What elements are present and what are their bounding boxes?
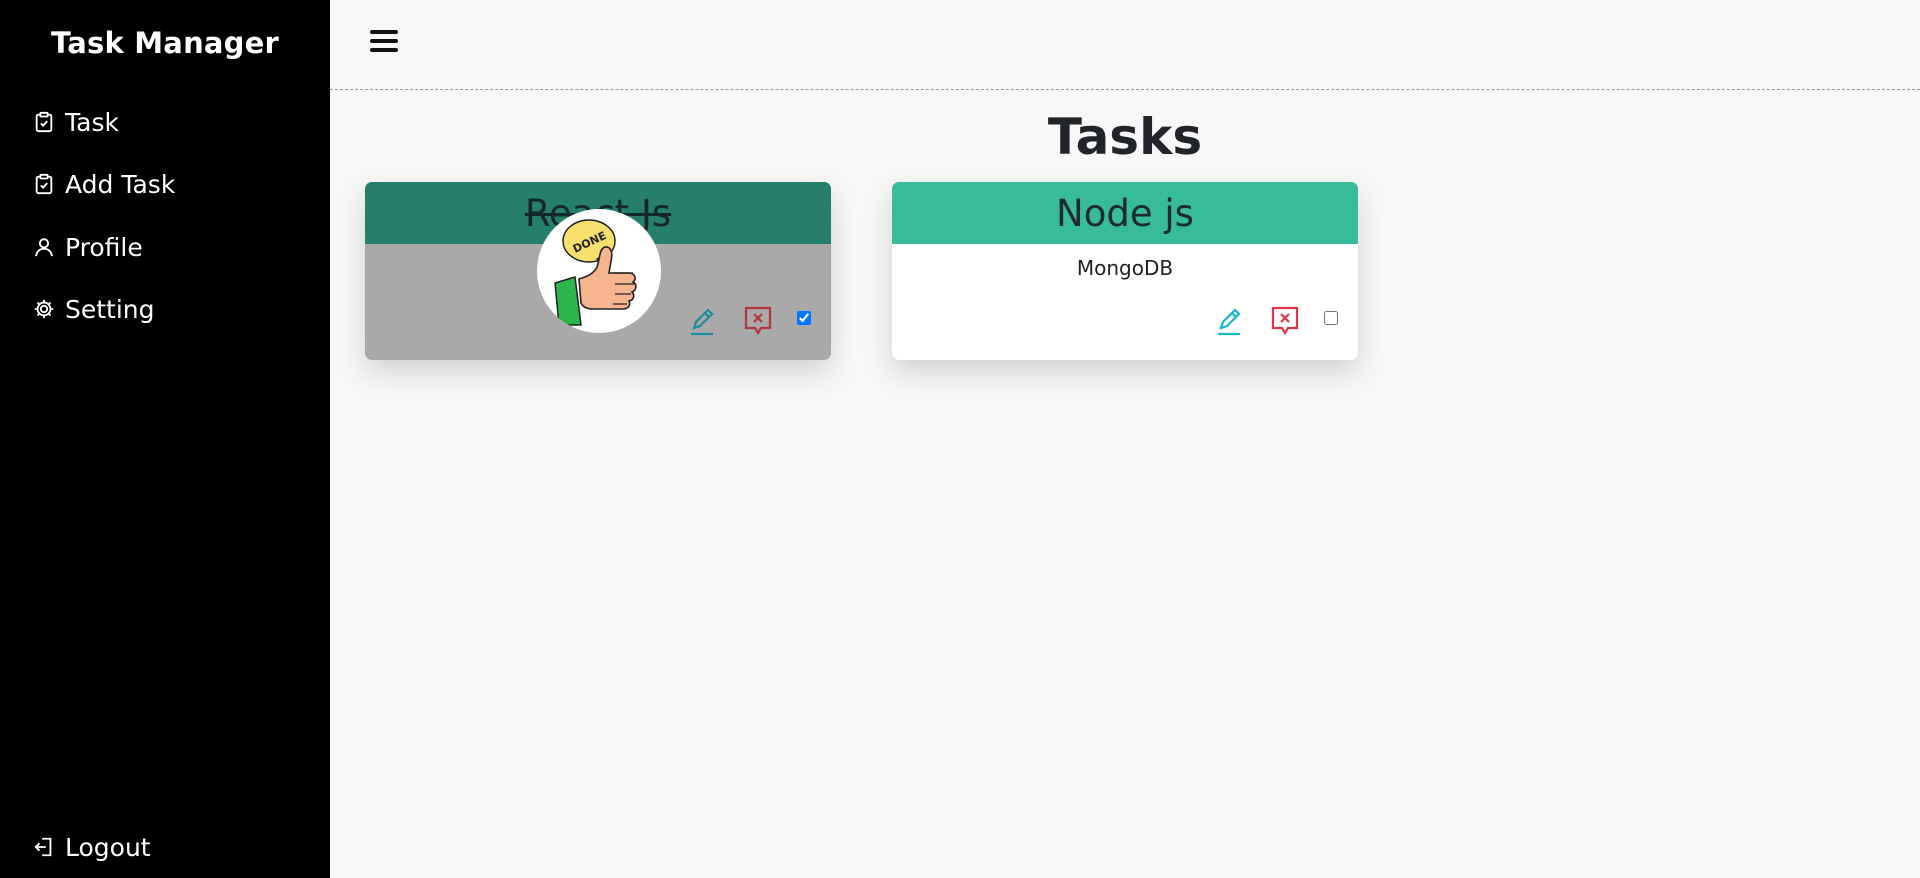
sidebar: Task Manager Task Add Task Profile Setti… xyxy=(0,0,330,878)
delete-icon[interactable] xyxy=(741,304,775,338)
edit-icon[interactable] xyxy=(1212,304,1246,338)
sidebar-item-profile[interactable]: Profile xyxy=(33,227,143,267)
hamburger-icon[interactable] xyxy=(370,30,398,54)
logout-icon xyxy=(33,836,55,858)
app-title: Task Manager xyxy=(50,26,280,60)
page-title: Tasks xyxy=(1047,108,1203,166)
sidebar-item-label: Task xyxy=(65,107,119,137)
complete-checkbox[interactable] xyxy=(1324,311,1338,325)
person-icon xyxy=(33,236,55,258)
task-card-header: Node js xyxy=(892,182,1358,244)
task-actions xyxy=(1212,304,1340,338)
sidebar-item-setting[interactable]: Setting xyxy=(33,289,155,329)
clipboard-check-icon xyxy=(33,111,55,133)
sidebar-item-label: Add Task xyxy=(65,169,176,199)
delete-icon[interactable] xyxy=(1268,304,1302,338)
task-title: Node js xyxy=(1056,191,1194,235)
sidebar-item-label: Profile xyxy=(65,232,143,262)
sidebar-item-add-task[interactable]: Add Task xyxy=(33,164,175,204)
edit-icon[interactable] xyxy=(685,304,719,338)
sidebar-item-label: Setting xyxy=(65,294,155,324)
logout-label: Logout xyxy=(65,832,151,862)
logout-button[interactable]: Logout xyxy=(33,827,151,867)
task-card: Node js MongoDB xyxy=(892,182,1358,360)
complete-checkbox[interactable] xyxy=(797,311,811,325)
task-description: MongoDB xyxy=(1076,256,1174,280)
sidebar-item-task[interactable]: Task xyxy=(33,102,119,142)
gear-icon xyxy=(33,298,55,320)
top-bar xyxy=(330,0,1920,90)
thumbs-up-done-icon: DONE xyxy=(537,209,661,333)
clipboard-check-icon xyxy=(33,173,55,195)
task-actions xyxy=(685,304,813,338)
